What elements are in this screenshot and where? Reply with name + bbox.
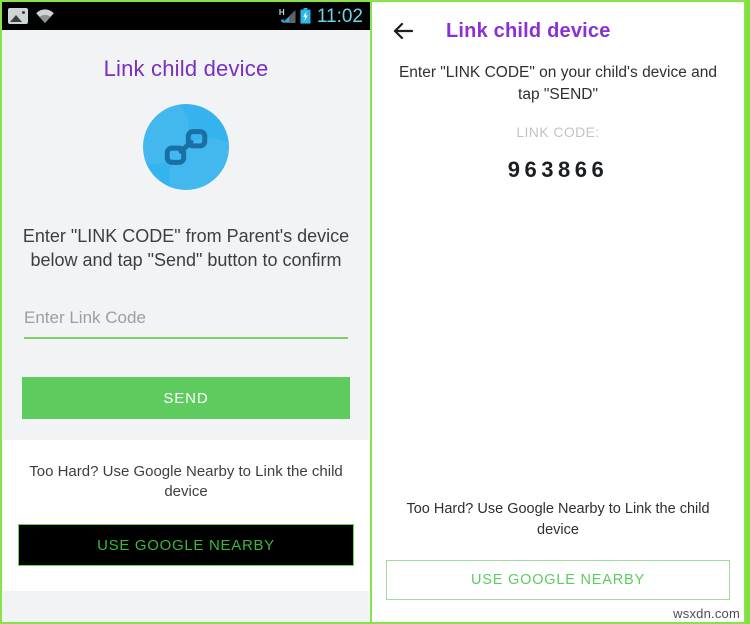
signal-icon: H [278,7,297,24]
app-bar: Link child device [372,2,744,60]
page-title: Link child device [446,19,611,42]
parent-device-screen: Link child device Enter "LINK CODE" on y… [372,0,746,624]
page-title: Link child device [103,56,269,81]
instructions-text: Enter "LINK CODE" from Parent's device b… [22,226,350,271]
hero-icon-container [2,104,370,190]
screenshot-root: H 11:02 Link child device Enter "LINK CO… [0,0,750,624]
link-code-label: LINK CODE: [516,123,600,140]
status-bar-clock: 11:02 [316,5,363,27]
nearby-section: Too Hard? Use Google Nearby to Link the … [2,440,370,591]
network-type-label: H [278,7,285,17]
child-device-screen: H 11:02 Link child device Enter "LINK CO… [0,0,372,624]
wifi-icon [35,8,55,24]
back-arrow-icon[interactable] [388,16,418,46]
child-device-content: Link child device Enter "LINK CODE" from… [2,30,370,622]
nearby-help-text: Too Hard? Use Google Nearby to Link the … [406,500,710,539]
link-code-value: 963866 [507,156,609,182]
link-code-field-container [24,306,348,340]
bottom-strip [2,591,370,622]
battery-charging-icon [300,8,311,24]
nearby-help-text: Too Hard? Use Google Nearby to Link the … [29,463,343,501]
use-google-nearby-button[interactable]: USE GOOGLE NEARBY [18,524,354,567]
android-status-bar: H 11:02 [2,2,370,30]
instructions-text: Enter "LINK CODE" on your child's device… [398,64,718,104]
link-code-input[interactable] [24,306,348,340]
gallery-icon [8,8,28,24]
chain-link-icon [143,104,229,190]
use-google-nearby-button[interactable]: USE GOOGLE NEARBY [386,560,730,600]
send-button[interactable]: SEND [22,377,350,420]
watermark: wsxdn.com [673,606,740,621]
